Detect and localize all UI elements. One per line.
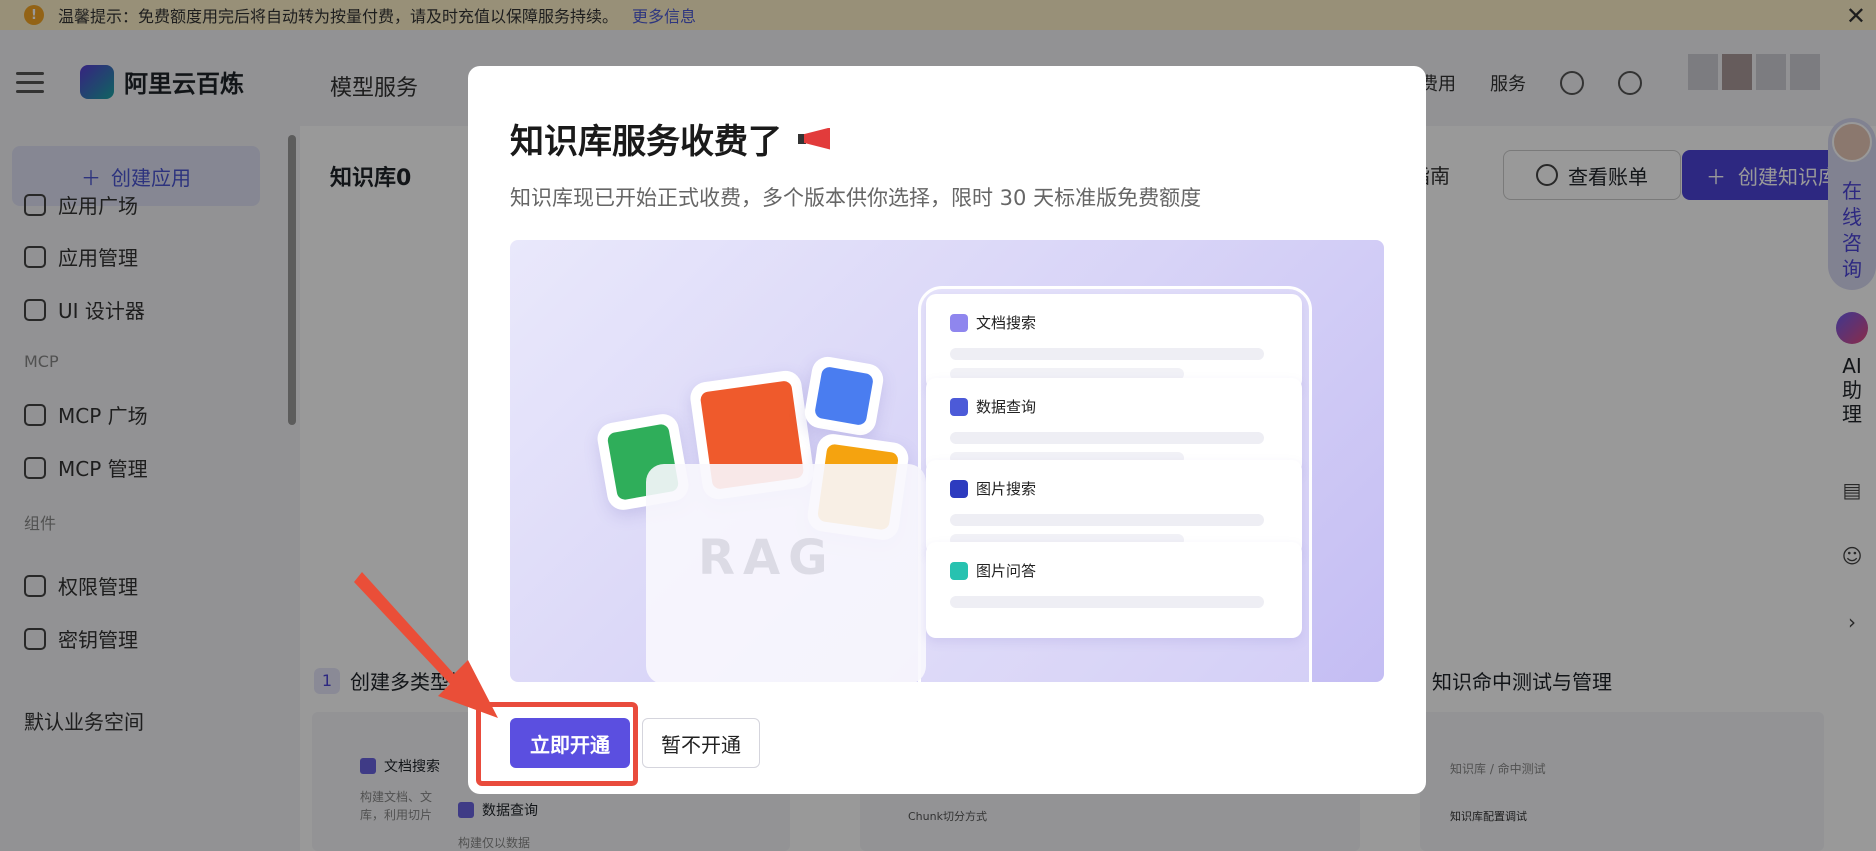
rag-watermark: RAG — [698, 530, 836, 586]
feature-name: 数据查询 — [976, 398, 1037, 416]
knowledge-base-illustration: RAG 文档搜索 数据查询 图片搜索 图片问答 — [510, 240, 1384, 682]
modal-title: 知识库服务收费了 — [510, 114, 836, 163]
feature-card-image-qa: 图片问答 — [926, 542, 1302, 638]
billing-modal: 知识库服务收费了 知识库现已开始正式收费，多个版本供你选择，限时 30 天标准版… — [468, 66, 1426, 794]
book-icon — [950, 314, 968, 332]
image-icon — [950, 480, 968, 498]
feature-name: 文档搜索 — [976, 314, 1037, 332]
highlight-box — [476, 702, 638, 786]
modal-title-text: 知识库服务收费了 — [510, 122, 782, 162]
video-file-icon — [802, 354, 886, 438]
chat-icon — [950, 562, 968, 580]
pointer-arrow-icon — [354, 572, 498, 718]
rag-folder: RAG — [646, 464, 926, 682]
not-now-button[interactable]: 暂不开通 — [642, 718, 760, 768]
feature-name: 图片问答 — [976, 562, 1037, 580]
table-icon — [950, 398, 968, 416]
megaphone-icon — [796, 124, 836, 154]
feature-name: 图片搜索 — [976, 480, 1037, 498]
feature-card-doc-search: 文档搜索 — [926, 294, 1302, 390]
modal-subtitle: 知识库现已开始正式收费，多个版本供你选择，限时 30 天标准版免费额度 — [510, 186, 1202, 210]
